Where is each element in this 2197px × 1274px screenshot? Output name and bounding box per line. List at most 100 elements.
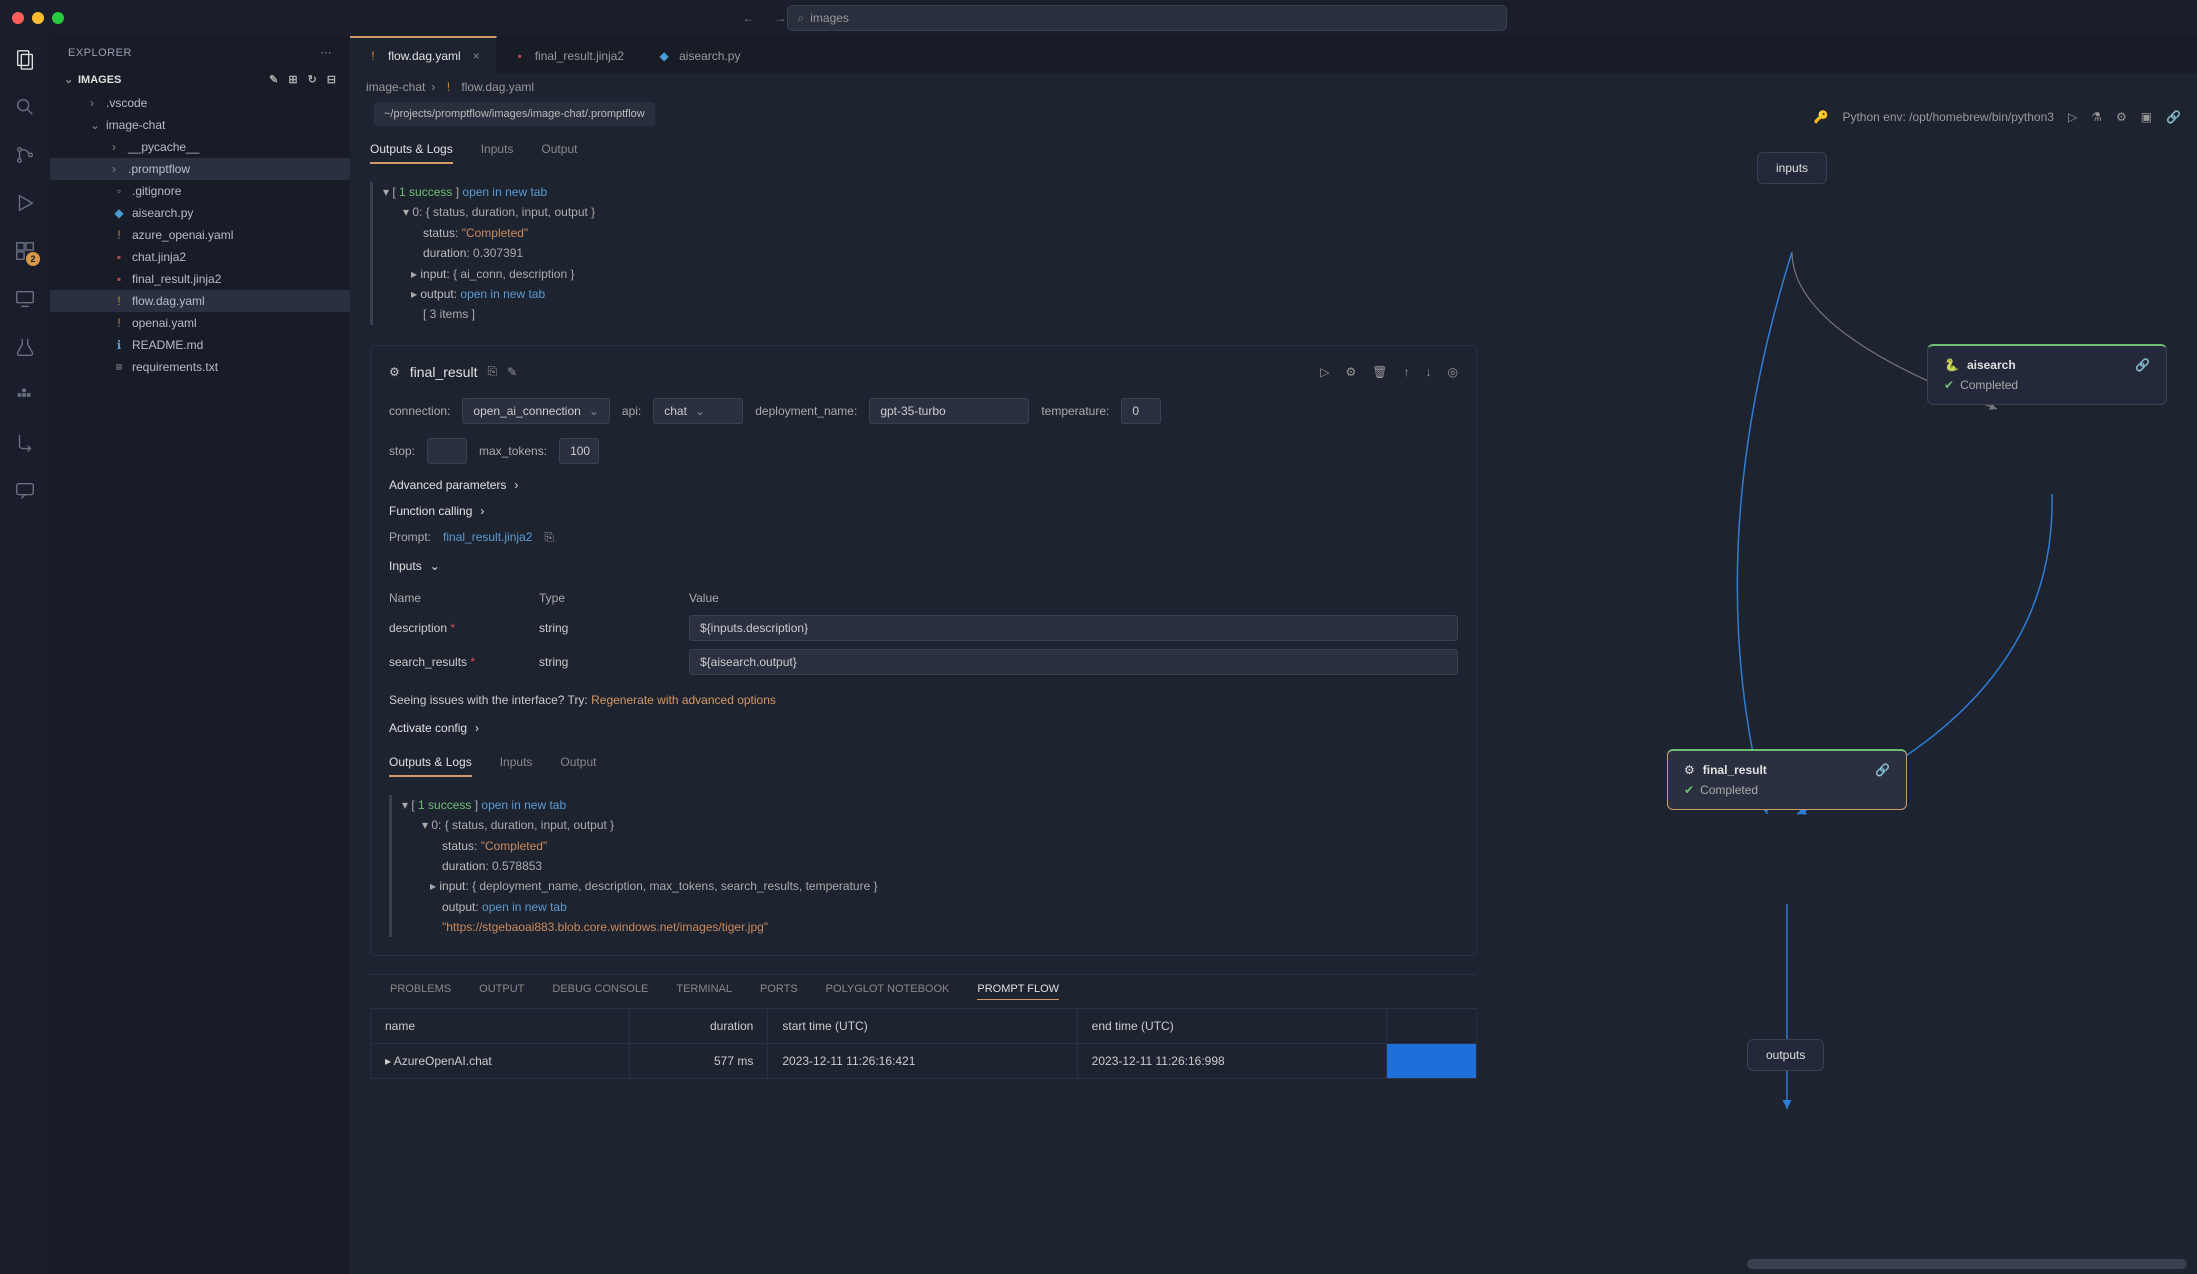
tree-item[interactable]: !azure_openai.yaml <box>50 224 350 246</box>
inputs-toggle[interactable]: Inputs⌄ <box>389 559 1458 573</box>
stop-input[interactable] <box>427 438 467 464</box>
horizontal-scrollbar[interactable] <box>1747 1259 2187 1269</box>
run-debug-icon[interactable] <box>12 190 38 216</box>
open-in-new-tab-link[interactable]: open in new tab <box>482 900 567 914</box>
tab-aisearch[interactable]: ◆aisearch.py <box>641 36 757 74</box>
breadcrumb[interactable]: image-chat› !flow.dag.yaml <box>350 74 2197 100</box>
panel-tab-problems[interactable]: PROBLEMS <box>390 983 451 1000</box>
source-control-icon[interactable] <box>12 142 38 168</box>
subtab-output[interactable]: Output <box>541 142 577 164</box>
regenerate-link[interactable]: Regenerate with advanced options <box>591 693 776 707</box>
link-icon[interactable]: 🔗 <box>1875 763 1890 777</box>
open-in-new-tab-link[interactable]: open in new tab <box>462 185 547 199</box>
maxtokens-input[interactable]: 100 <box>559 438 599 464</box>
graph-pane[interactable]: inputs 🐍aisearch🔗 ✔Completed ⚙final_resu… <box>1497 134 2197 1274</box>
maximize-window[interactable] <box>52 12 64 24</box>
tree-item[interactable]: !openai.yaml <box>50 312 350 334</box>
temperature-input[interactable]: 0 <box>1121 398 1161 424</box>
test-icon[interactable] <box>12 334 38 360</box>
subtab-outputs-2[interactable]: Outputs & Logs <box>389 755 472 777</box>
col-end[interactable]: end time (UTC) <box>1077 1009 1386 1044</box>
tree-item[interactable]: ≡requirements.txt <box>50 356 350 378</box>
panel-tab-terminal[interactable]: TERMINAL <box>676 983 732 1000</box>
tree-item[interactable]: ▪final_result.jinja2 <box>50 268 350 290</box>
new-file-icon[interactable]: ✎ <box>269 73 278 86</box>
target-icon[interactable]: ◎ <box>1448 365 1458 379</box>
panel-tab-output[interactable]: OUTPUT <box>479 983 524 1000</box>
docker-icon[interactable] <box>12 382 38 408</box>
minimize-window[interactable] <box>32 12 44 24</box>
tree-item[interactable]: ›__pycache__ <box>50 136 350 158</box>
collapse-icon[interactable]: ⊟ <box>327 73 336 86</box>
value-input-search[interactable]: ${aisearch.output} <box>689 649 1458 675</box>
search-activity-icon[interactable] <box>12 94 38 120</box>
advanced-params-toggle[interactable]: Advanced parameters› <box>389 478 1458 492</box>
settings-icon[interactable]: ⚙ <box>2116 110 2127 124</box>
tree-item[interactable]: ℹREADME.md <box>50 334 350 356</box>
section-header[interactable]: ⌄ IMAGES ✎ ⊞ ↻ ⊟ <box>50 69 350 90</box>
api-select[interactable]: chat⌄ <box>653 398 743 424</box>
col-name[interactable]: name <box>371 1009 630 1044</box>
tree-item[interactable]: ◆aisearch.py <box>50 202 350 224</box>
flask-icon[interactable]: ⚗ <box>2091 110 2102 124</box>
close-window[interactable] <box>12 12 24 24</box>
promptflow-activity-icon[interactable] <box>12 430 38 456</box>
open-file-icon[interactable]: ⎘ <box>544 530 554 545</box>
comments-icon[interactable] <box>12 478 38 504</box>
prompt-link[interactable]: final_result.jinja2 <box>443 530 532 544</box>
tree-item-selected[interactable]: !flow.dag.yaml <box>50 290 350 312</box>
value-input-description[interactable]: ${inputs.description} <box>689 615 1458 641</box>
tree-item[interactable]: ›.promptflow <box>50 158 350 180</box>
tree-item[interactable]: ›.vscode <box>50 92 350 114</box>
python-env[interactable]: Python env: /opt/homebrew/bin/python3 <box>1842 110 2053 124</box>
panel-tab-debug[interactable]: DEBUG CONSOLE <box>552 983 648 1000</box>
run-row-name[interactable]: ▸ AzureOpenAI.chat <box>371 1044 630 1079</box>
nav-forward-icon[interactable]: → <box>775 11 787 25</box>
tune-icon[interactable]: ⚙ <box>1346 365 1357 379</box>
open-in-new-tab-link[interactable]: open in new tab <box>481 798 566 812</box>
new-folder-icon[interactable]: ⊞ <box>288 73 297 86</box>
remote-icon[interactable] <box>12 286 38 312</box>
edit-icon[interactable]: ✎ <box>507 365 517 379</box>
key-icon[interactable]: 🔑 <box>1814 110 1829 124</box>
up-icon[interactable]: ↑ <box>1404 365 1410 379</box>
close-icon[interactable]: × <box>473 49 480 63</box>
graph-node-final-result[interactable]: ⚙final_result🔗 ✔Completed <box>1667 749 1907 810</box>
graph-node-aisearch[interactable]: 🐍aisearch🔗 ✔Completed <box>1927 344 2167 405</box>
link-action-icon[interactable]: 🔗 <box>2166 110 2181 124</box>
subtab-inputs[interactable]: Inputs <box>481 142 514 164</box>
panel-tab-ports[interactable]: PORTS <box>760 983 798 1000</box>
nav-back-icon[interactable]: ← <box>743 11 755 25</box>
copy-icon[interactable]: ⎘ <box>487 364 497 379</box>
refresh-icon[interactable]: ↻ <box>308 73 317 86</box>
subtab-outputs[interactable]: Outputs & Logs <box>370 142 453 164</box>
layout-icon[interactable]: ▣ <box>2141 110 2152 124</box>
tree-item[interactable]: ⌄image-chat <box>50 114 350 136</box>
play-icon[interactable]: ▷ <box>1320 365 1329 379</box>
extensions-icon[interactable]: 2 <box>12 238 38 264</box>
deployment-input[interactable]: gpt-35-turbo <box>869 398 1029 424</box>
command-center[interactable]: ⌕ images <box>787 5 1507 31</box>
sidebar-more-icon[interactable]: ⋯ <box>321 46 333 59</box>
col-duration[interactable]: duration <box>630 1009 768 1044</box>
subtab-inputs-2[interactable]: Inputs <box>500 755 533 777</box>
subtab-output-2[interactable]: Output <box>560 755 596 777</box>
graph-node-outputs[interactable]: outputs <box>1747 1039 1824 1071</box>
open-in-new-tab-link[interactable]: open in new tab <box>460 287 545 301</box>
graph-node-inputs[interactable]: inputs <box>1757 152 1827 184</box>
activate-config-toggle[interactable]: Activate config› <box>389 721 1458 735</box>
col-start[interactable]: start time (UTC) <box>768 1009 1077 1044</box>
connection-select[interactable]: open_ai_connection⌄ <box>462 398 610 424</box>
tab-final[interactable]: ▪final_result.jinja2 <box>497 36 641 74</box>
link-icon[interactable]: 🔗 <box>2135 358 2150 372</box>
panel-tab-promptflow[interactable]: PROMPT FLOW <box>977 983 1059 1000</box>
explorer-icon[interactable] <box>12 46 38 72</box>
tree-item[interactable]: ◦.gitignore <box>50 180 350 202</box>
panel-tab-polyglot[interactable]: POLYGLOT NOTEBOOK <box>826 983 950 1000</box>
delete-icon[interactable]: 🗑 <box>1372 365 1387 379</box>
function-calling-toggle[interactable]: Function calling› <box>389 504 1458 518</box>
tab-flow[interactable]: !flow.dag.yaml× <box>350 36 497 74</box>
down-icon[interactable]: ↓ <box>1426 365 1432 379</box>
run-icon[interactable]: ▷ <box>2068 110 2077 124</box>
tree-item[interactable]: ▪chat.jinja2 <box>50 246 350 268</box>
